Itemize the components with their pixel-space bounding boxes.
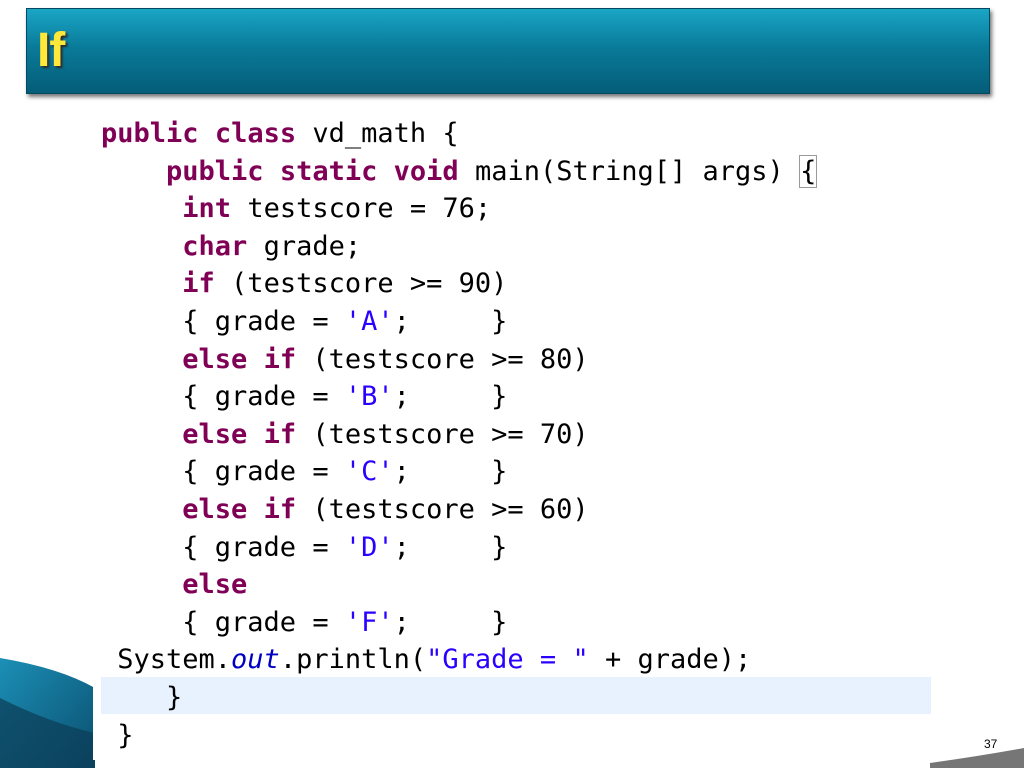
code-keyword: class <box>214 118 297 149</box>
code-text: (testscore >= 70) <box>296 418 589 450</box>
code-text: ; } <box>393 531 508 563</box>
code-text: { grade = <box>101 531 345 563</box>
code-editor: public class vd_math { public static voi… <box>93 114 931 760</box>
code-string: 'C' <box>344 456 394 488</box>
code-keyword: char <box>182 230 248 262</box>
slide-title: If <box>37 24 65 77</box>
code-keyword: public <box>101 118 199 149</box>
code-string: 'D' <box>344 531 394 563</box>
code-keyword: else <box>182 569 248 601</box>
current-line-highlight <box>101 677 931 714</box>
code-line: { grade = 'C'; } <box>101 454 507 490</box>
slide-title-bar: If <box>26 8 990 94</box>
code-line: else if (testscore >= 80) <box>101 342 589 378</box>
code-text: ; } <box>393 606 508 638</box>
code-keyword: else <box>182 494 248 525</box>
code-text: System. <box>101 644 232 676</box>
code-string: "Grade = " <box>426 644 589 676</box>
code-keyword: if <box>263 494 297 525</box>
code-line: } <box>101 680 182 716</box>
code-text: vd_math { <box>296 118 459 149</box>
matched-brace: { <box>799 154 818 188</box>
code-text: (testscore >= 90) <box>214 268 508 300</box>
code-line: else <box>101 567 247 603</box>
code-text: (testscore >= 60) <box>296 494 589 525</box>
code-line: public static void main(String[] args) { <box>101 154 818 190</box>
code-line: { grade = 'B'; } <box>101 379 507 415</box>
code-string: 'B' <box>344 381 394 413</box>
code-text: } <box>101 719 134 751</box>
code-line: if (testscore >= 90) <box>101 266 507 302</box>
code-keyword: else <box>182 343 248 375</box>
code-text: ; } <box>393 456 508 488</box>
code-line: else if (testscore >= 70) <box>101 417 589 453</box>
code-text: { grade = <box>101 306 345 337</box>
code-text: { grade = <box>101 606 345 638</box>
code-line: char grade; <box>101 229 361 265</box>
code-line: { grade = 'A'; } <box>101 304 507 340</box>
code-line: else if (testscore >= 60) <box>101 492 589 528</box>
code-line: int testscore = 76; <box>101 191 491 227</box>
code-text: testscore = 76; <box>231 193 492 225</box>
code-text: } <box>101 682 183 713</box>
page-number: 37 <box>984 737 998 751</box>
code-text: ; } <box>393 306 508 337</box>
code-keyword: static <box>279 155 378 187</box>
code-keyword: if <box>263 343 297 375</box>
code-line: } <box>101 718 134 754</box>
code-keyword: else <box>182 418 248 450</box>
code-keyword: if <box>263 418 297 450</box>
code-line: { grade = 'D'; } <box>101 530 507 566</box>
code-keyword: int <box>182 193 232 225</box>
code-text: { grade = <box>101 381 345 413</box>
code-keyword: if <box>182 268 215 300</box>
code-string: 'A' <box>344 306 394 337</box>
code-text: grade; <box>247 230 362 262</box>
code-line: System.out.println("Grade = " + grade); <box>101 642 751 678</box>
code-text: ; } <box>393 381 508 413</box>
code-string: 'F' <box>344 606 394 638</box>
code-line: { grade = 'F'; } <box>101 605 507 641</box>
code-text: main(String[] args) <box>458 155 801 187</box>
code-text: + grade); <box>588 644 752 676</box>
code-keyword: public <box>166 155 264 187</box>
code-line: public class vd_math { <box>101 116 459 152</box>
code-field: out <box>231 644 280 676</box>
code-keyword: void <box>393 155 459 187</box>
code-text: .println( <box>279 644 427 676</box>
code-text: (testscore >= 80) <box>296 343 589 375</box>
code-text: { grade = <box>101 456 345 488</box>
